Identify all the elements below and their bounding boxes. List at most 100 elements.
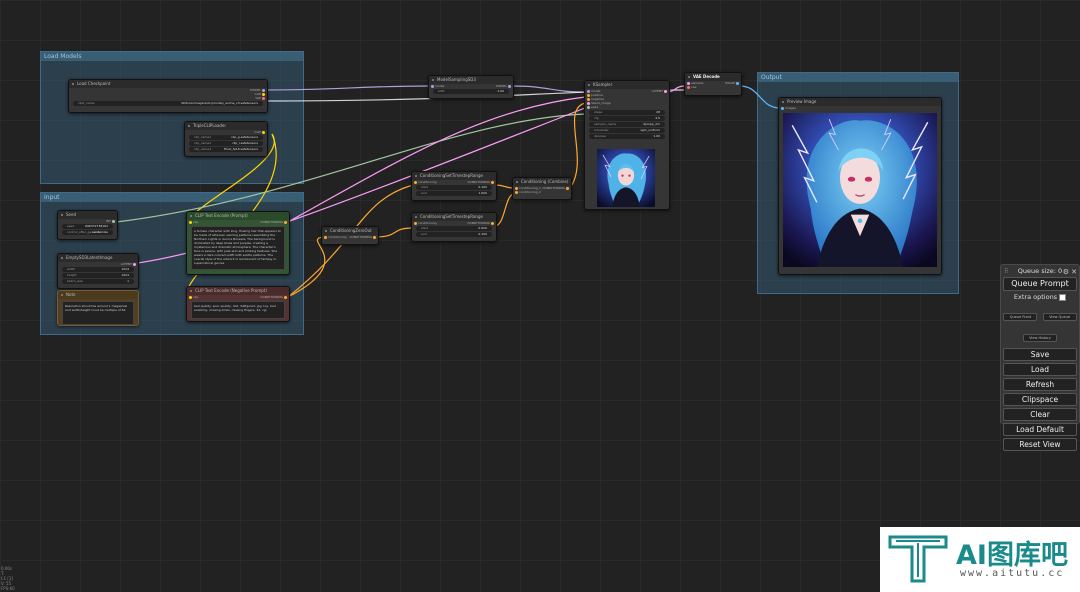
node-title[interactable]: Seed bbox=[58, 211, 117, 219]
input-port[interactable] bbox=[189, 220, 192, 224]
output-port[interactable] bbox=[284, 295, 287, 299]
input-port[interactable] bbox=[687, 85, 690, 89]
settings-gear-icon[interactable]: ⚙ bbox=[1063, 268, 1069, 276]
node-conditioning-timestep-range-1[interactable]: ConditioningSetTimestepRange conditionin… bbox=[411, 171, 497, 201]
input-port[interactable] bbox=[781, 106, 784, 110]
input-label: conditioning bbox=[418, 221, 437, 225]
input-port[interactable] bbox=[431, 84, 434, 88]
node-title[interactable]: ModelSamplingSD3 bbox=[429, 76, 513, 84]
queue-prompt-button[interactable]: Queue Prompt bbox=[1003, 277, 1077, 291]
node-title[interactable]: TripleCLIPLoader bbox=[185, 122, 267, 130]
node-title[interactable]: ConditioningSetTimestepRange bbox=[412, 172, 496, 180]
graph-canvas[interactable]: Load Models Input Output Load Checkpoint… bbox=[0, 0, 1080, 592]
widget-label: width bbox=[67, 267, 76, 271]
widget-label: steps bbox=[594, 110, 603, 114]
node-model-sampling-sd3[interactable]: ModelSamplingSD3 model MODEL shift 3.00 bbox=[428, 75, 514, 99]
extra-options-checkbox[interactable] bbox=[1059, 293, 1067, 301]
clip-name1-combo[interactable]: clip_name1 clip_g.safetensors bbox=[189, 135, 263, 140]
output-port[interactable] bbox=[284, 220, 287, 224]
widget-value: 1.00 bbox=[653, 134, 660, 138]
clipspace-button[interactable]: Clipspace bbox=[1003, 393, 1077, 406]
node-title[interactable]: CLIP Text Encode (Negative Prompt) bbox=[187, 287, 289, 295]
widget-label: clip_name2 bbox=[194, 141, 212, 145]
node-clip-text-encode-negative[interactable]: CLIP Text Encode (Negative Prompt) clip C… bbox=[186, 286, 290, 322]
drag-handle-icon[interactable]: ⠿ bbox=[1004, 268, 1008, 275]
negative-prompt-text[interactable]: bad quality, poor quality, doll, disfigu… bbox=[191, 301, 285, 319]
positive-prompt-text[interactable]: a female character with long, flowing ha… bbox=[191, 226, 285, 270]
scheduler-combo[interactable]: scheduler sgm_uniform bbox=[589, 128, 665, 133]
node-vae-decode[interactable]: VAE Decode samples IMAGE vae bbox=[684, 72, 742, 96]
node-title[interactable]: VAE Decode bbox=[685, 73, 741, 81]
group-load-models[interactable]: Load Models bbox=[40, 51, 304, 184]
load-default-button[interactable]: Load Default bbox=[1003, 423, 1077, 436]
save-button[interactable]: Save bbox=[1003, 348, 1077, 361]
denoise-number[interactable]: denoise 1.00 bbox=[589, 134, 665, 139]
sampler-combo[interactable]: sampler_name dpmpp_2m bbox=[589, 122, 665, 127]
input-port[interactable] bbox=[324, 235, 327, 239]
input-port[interactable] bbox=[515, 190, 518, 194]
clip-name2-combo[interactable]: clip_name2 clip_l.safetensors bbox=[189, 141, 263, 146]
batch-size-number[interactable]: batch_size 1 bbox=[62, 279, 134, 284]
output-port[interactable] bbox=[373, 235, 376, 239]
width-number[interactable]: width 1024 bbox=[62, 267, 134, 272]
widget-value: clip_l.safetensors bbox=[232, 141, 258, 145]
steps-number[interactable]: steps 28 bbox=[589, 110, 665, 115]
end-number[interactable]: end 1.000 bbox=[416, 191, 492, 196]
view-history-button[interactable]: View History bbox=[1023, 334, 1057, 342]
ckpt-name-combo[interactable]: ckpt_name SDXL\Animagine\XL\(model)_anime… bbox=[73, 101, 263, 106]
cfg-number[interactable]: cfg 4.5 bbox=[589, 116, 665, 121]
input-port[interactable] bbox=[414, 180, 417, 184]
input-port[interactable] bbox=[587, 105, 590, 109]
shift-number[interactable]: shift 3.00 bbox=[433, 89, 509, 94]
node-title[interactable]: Note bbox=[58, 291, 138, 299]
widget-label: height bbox=[67, 273, 77, 277]
widget-value: 3.00 bbox=[497, 89, 504, 93]
start-number[interactable]: start 0.100 bbox=[416, 185, 492, 190]
start-number[interactable]: start 0.000 bbox=[416, 226, 492, 231]
load-button[interactable]: Load bbox=[1003, 363, 1077, 376]
close-icon[interactable]: ✕ bbox=[1071, 268, 1077, 276]
node-load-checkpoint[interactable]: Load Checkpoint MODEL CLIP VAE ckpt_name… bbox=[68, 79, 268, 113]
clear-button[interactable]: Clear bbox=[1003, 408, 1077, 421]
queue-front-button[interactable]: Queue Front bbox=[1003, 313, 1038, 321]
output-port[interactable] bbox=[112, 219, 115, 223]
output-port[interactable] bbox=[508, 84, 511, 88]
reset-view-button[interactable]: Reset View bbox=[1003, 438, 1077, 451]
refresh-button[interactable]: Refresh bbox=[1003, 378, 1077, 391]
node-clip-text-encode-positive[interactable]: CLIP Text Encode (Prompt) clip CONDITIONI… bbox=[186, 211, 290, 275]
node-title[interactable]: Preview Image bbox=[779, 98, 941, 106]
node-title[interactable]: ConditioningZeroOut bbox=[322, 227, 378, 235]
node-ksampler[interactable]: KSampler model LATENT positive negative l… bbox=[584, 80, 670, 210]
height-number[interactable]: height 1024 bbox=[62, 273, 134, 278]
input-port[interactable] bbox=[414, 221, 417, 225]
node-note[interactable]: Note Resolution should be around 1 megap… bbox=[57, 290, 139, 326]
note-text[interactable]: Resolution should be around 1 megapixel … bbox=[62, 301, 134, 325]
node-triple-clip-loader[interactable]: TripleCLIPLoader CLIP clip_name1 clip_g.s… bbox=[184, 121, 268, 157]
node-title[interactable]: CLIP Text Encode (Prompt) bbox=[187, 212, 289, 220]
output-port[interactable] bbox=[491, 221, 494, 225]
node-conditioning-zero-out[interactable]: ConditioningZeroOut conditioning CONDITIO… bbox=[321, 226, 379, 245]
input-port[interactable] bbox=[189, 295, 192, 299]
end-number[interactable]: end 0.100 bbox=[416, 232, 492, 237]
node-conditioning-timestep-range-2[interactable]: ConditioningSetTimestepRange conditionin… bbox=[411, 212, 497, 242]
extra-options-row: Extra options bbox=[1001, 293, 1079, 301]
output-port[interactable] bbox=[262, 130, 265, 134]
node-empty-sd3-latent[interactable]: EmptySD3LatentImage LATENT width 1024 hei… bbox=[57, 253, 139, 289]
output-port[interactable] bbox=[133, 262, 136, 266]
output-label: MODEL bbox=[496, 84, 507, 88]
node-title[interactable]: ConditioningSetTimestepRange bbox=[412, 213, 496, 221]
node-title[interactable]: Load Checkpoint bbox=[69, 80, 267, 88]
node-conditioning-combine[interactable]: Conditioning (Combine) conditioning_1 CON… bbox=[512, 177, 572, 200]
node-title[interactable]: EmptySD3LatentImage bbox=[58, 254, 138, 262]
view-queue-button[interactable]: View Queue bbox=[1042, 313, 1077, 321]
output-port[interactable] bbox=[262, 96, 265, 100]
output-port[interactable] bbox=[491, 180, 494, 184]
node-title[interactable]: Conditioning (Combine) bbox=[513, 178, 571, 186]
control-after-generate-combo[interactable]: control_after_generate randomize bbox=[62, 230, 113, 235]
seed-number[interactable]: seed 698372738162 bbox=[62, 224, 113, 229]
clip-name3-combo[interactable]: clip_name3 t5xxl_fp16.safetensors bbox=[189, 147, 263, 152]
node-title[interactable]: KSampler bbox=[585, 81, 669, 89]
node-seed[interactable]: Seed INT seed 698372738162 control_after_… bbox=[57, 210, 118, 240]
node-preview-image[interactable]: Preview Image images bbox=[778, 97, 942, 275]
queue-panel[interactable]: ⠿ Queue size: 0 ⚙ ✕ Queue Prompt Extra o… bbox=[1000, 264, 1080, 451]
